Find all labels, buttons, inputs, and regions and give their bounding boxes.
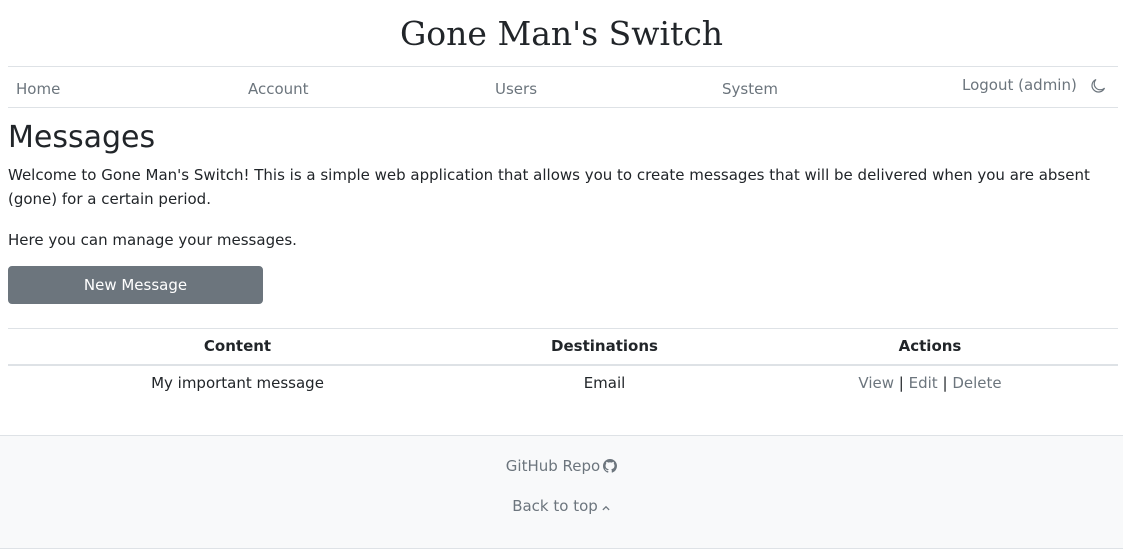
header-destinations: Destinations xyxy=(467,328,742,366)
github-link-wrapper: GitHub Repo xyxy=(0,456,1123,478)
cell-content: My important message xyxy=(151,374,324,392)
manage-text: Here you can manage your messages. xyxy=(8,231,297,249)
intro-text: Welcome to Gone Man's Switch! This is a … xyxy=(8,166,1090,208)
table-header-row: Content Destinations Actions xyxy=(8,328,1118,366)
main-nav: Home Account Users System Logout (admin) xyxy=(8,66,1118,108)
new-message-button[interactable]: New Message xyxy=(8,266,263,304)
chevron-up-icon xyxy=(601,498,611,518)
nav-users[interactable]: Users xyxy=(495,79,537,99)
separator: | xyxy=(942,374,948,392)
github-icon xyxy=(603,458,618,478)
nav-home[interactable]: Home xyxy=(16,79,60,99)
moon-icon[interactable] xyxy=(1090,78,1108,96)
table-row: My important message Email View | Edit |… xyxy=(8,365,1118,401)
nav-system[interactable]: System xyxy=(722,79,778,99)
view-link[interactable]: View xyxy=(858,374,894,392)
nav-account[interactable]: Account xyxy=(248,79,309,99)
header-actions: Actions xyxy=(742,328,1118,366)
messages-table: Content Destinations Actions My importan… xyxy=(8,328,1118,401)
nav-logout[interactable]: Logout (admin) xyxy=(962,75,1077,95)
cell-destinations: Email xyxy=(583,374,626,392)
cell-actions: View | Edit | Delete xyxy=(742,365,1118,401)
page: Gone Man's Switch Home Account Users Sys… xyxy=(0,0,1123,552)
header-content: Content xyxy=(8,328,467,366)
footer: GitHub Repo Back to top xyxy=(0,435,1123,549)
page-title: Messages xyxy=(8,120,156,155)
delete-link[interactable]: Delete xyxy=(952,374,1001,392)
back-to-top-wrapper: Back to top xyxy=(0,496,1123,518)
edit-link[interactable]: Edit xyxy=(909,374,938,392)
site-title: Gone Man's Switch xyxy=(399,14,724,53)
github-link-label: GitHub Repo xyxy=(505,457,601,475)
github-link[interactable]: GitHub Repo xyxy=(505,457,618,478)
separator: | xyxy=(898,374,904,392)
back-to-top-link[interactable]: Back to top xyxy=(512,497,611,515)
back-to-top-label: Back to top xyxy=(512,497,598,515)
